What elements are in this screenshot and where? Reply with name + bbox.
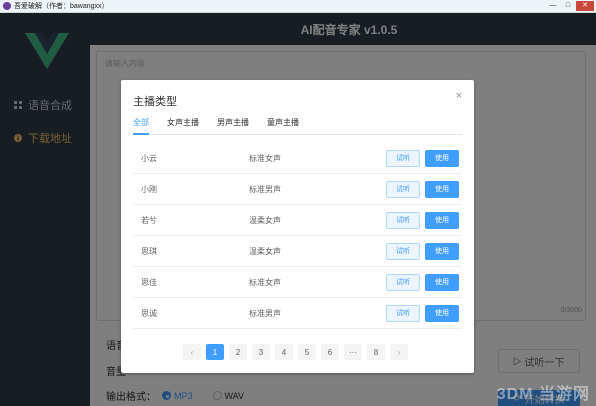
tab-male[interactable]: 男声主播: [217, 117, 249, 135]
anchor-desc: 标准女声: [249, 153, 281, 163]
anchor-desc: 温柔女声: [249, 215, 281, 225]
anchor-name: 若兮: [141, 215, 157, 225]
tab-female[interactable]: 女声主播: [167, 117, 199, 135]
use-button[interactable]: 使用: [425, 211, 459, 229]
list-item: 若兮 温柔女声 试听 使用: [133, 205, 462, 236]
window-titlebar: 吾爱破解（作者：bawangxx） — □ ✕: [0, 0, 596, 13]
page-5[interactable]: 5: [298, 344, 316, 360]
pagination: ‹ 1 2 3 4 5 6 ··· 8 ›: [183, 344, 408, 360]
tab-all[interactable]: 全部: [133, 117, 149, 135]
anchor-list: 小云 标准女声 试听 使用 小刚 标准男声 试听 使用 若兮 温柔女声 试听 使…: [133, 143, 462, 329]
anchor-desc: 标准男声: [249, 184, 281, 194]
maximize-button[interactable]: □: [561, 1, 575, 11]
anchor-tabs: 全部 女声主播 男声主播 童声主播: [133, 117, 462, 135]
try-button[interactable]: 试听: [386, 211, 420, 229]
list-item: 思诚 标准男声 试听 使用: [133, 298, 462, 329]
try-button[interactable]: 试听: [386, 149, 420, 167]
anchor-name: 思诚: [141, 308, 157, 318]
anchor-desc: 标准男声: [249, 308, 281, 318]
try-button[interactable]: 试听: [386, 242, 420, 260]
page-2[interactable]: 2: [229, 344, 247, 360]
page-8[interactable]: 8: [367, 344, 385, 360]
anchor-name: 小云: [141, 153, 157, 163]
anchor-name: 小刚: [141, 184, 157, 194]
use-button[interactable]: 使用: [425, 149, 459, 167]
page-4[interactable]: 4: [275, 344, 293, 360]
close-icon[interactable]: ×: [456, 90, 462, 102]
try-button[interactable]: 试听: [386, 180, 420, 198]
next-page-icon[interactable]: ›: [390, 344, 408, 360]
prev-page-icon[interactable]: ‹: [183, 344, 201, 360]
dialog-title: 主播类型: [133, 96, 177, 108]
anchor-name: 思佳: [141, 277, 157, 287]
anchor-desc: 温柔女声: [249, 246, 281, 256]
page-3[interactable]: 3: [252, 344, 270, 360]
use-button[interactable]: 使用: [425, 180, 459, 198]
page-6[interactable]: 6: [321, 344, 339, 360]
page-1[interactable]: 1: [206, 344, 224, 360]
use-button[interactable]: 使用: [425, 242, 459, 260]
anchor-type-dialog: 主播类型 × 全部 女声主播 男声主播 童声主播 小云 标准女声 试听 使用 小…: [121, 80, 474, 373]
try-button[interactable]: 试听: [386, 273, 420, 291]
anchor-desc: 标准女声: [249, 277, 281, 287]
list-item: 思佳 标准女声 试听 使用: [133, 267, 462, 298]
anchor-name: 思琪: [141, 246, 157, 256]
list-item: 小云 标准女声 试听 使用: [133, 143, 462, 174]
close-window-button[interactable]: ✕: [576, 1, 594, 11]
use-button[interactable]: 使用: [425, 273, 459, 291]
window-controls: — □ ✕: [546, 1, 594, 11]
list-item: 思琪 温柔女声 试听 使用: [133, 236, 462, 267]
site-watermark: 3DM 当游网: [496, 386, 590, 403]
use-button[interactable]: 使用: [425, 304, 459, 322]
window-title: 吾爱破解（作者：bawangxx）: [14, 3, 109, 10]
tab-child[interactable]: 童声主播: [267, 117, 299, 135]
try-button[interactable]: 试听: [386, 304, 420, 322]
minimize-button[interactable]: —: [546, 1, 560, 11]
page-ellipsis[interactable]: ···: [344, 344, 362, 360]
app-icon: [3, 2, 11, 10]
list-item: 小刚 标准男声 试听 使用: [133, 174, 462, 205]
